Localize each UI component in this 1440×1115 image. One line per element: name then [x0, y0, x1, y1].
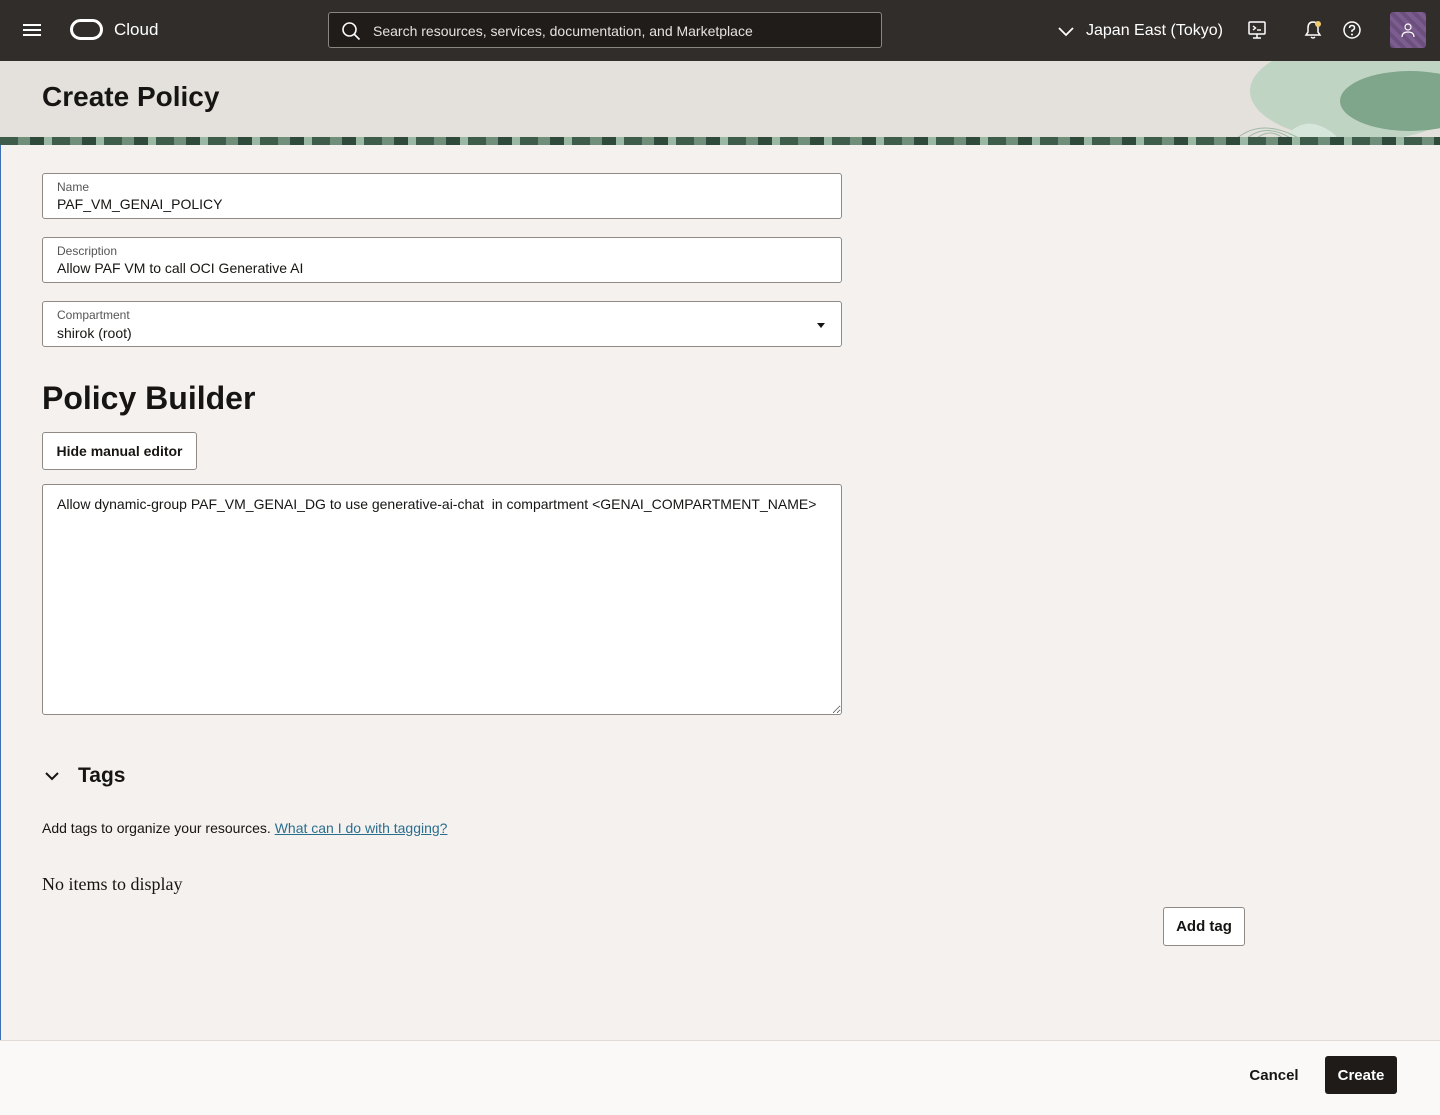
tags-section-toggle[interactable]: Tags	[42, 764, 125, 788]
help-icon[interactable]	[1342, 20, 1362, 40]
cloud-logo-icon[interactable]	[70, 19, 103, 40]
dropdown-caret-icon	[817, 323, 825, 328]
search-icon	[342, 22, 361, 41]
name-label: Name	[57, 180, 90, 194]
chevron-down-icon	[1058, 27, 1074, 37]
page-title: Create Policy	[42, 81, 220, 112]
top-navigation-bar: Cloud Japan East (Tokyo)	[0, 0, 1440, 61]
description-label: Description	[57, 244, 118, 258]
compartment-label: Compartment	[57, 308, 130, 322]
tags-description-text: Add tags to organize your resources.	[42, 820, 271, 836]
left-border	[0, 61, 1, 1041]
bell-icon[interactable]	[1303, 20, 1323, 40]
name-field[interactable]: Name	[42, 173, 842, 219]
tags-description: Add tags to organize your resources. Wha…	[42, 820, 447, 836]
tags-empty-message: No items to display	[42, 874, 183, 894]
compartment-value: shirok (root)	[57, 325, 132, 341]
tags-heading: Tags	[78, 764, 126, 787]
add-tag-button[interactable]: Add tag	[1163, 907, 1245, 946]
chevron-down-icon	[45, 772, 59, 781]
page-header-banner: Create Policy	[0, 61, 1440, 145]
hide-manual-editor-button[interactable]: Hide manual editor	[42, 432, 197, 470]
policy-builder-heading: Policy Builder	[42, 380, 256, 416]
user-icon	[1401, 23, 1415, 38]
description-field[interactable]: Description	[42, 237, 842, 283]
decorative-leaf-pattern	[1229, 61, 1440, 145]
search-bar[interactable]	[328, 12, 882, 48]
create-button[interactable]: Create	[1325, 1056, 1397, 1094]
region-selector[interactable]: Japan East (Tokyo)	[1056, 18, 1223, 44]
name-input[interactable]	[57, 196, 817, 212]
tagging-help-link[interactable]: What can I do with tagging?	[275, 820, 448, 836]
brand-label[interactable]: Cloud	[114, 20, 158, 40]
menu-icon[interactable]	[22, 20, 42, 40]
user-avatar[interactable]	[1390, 12, 1426, 48]
cloud-shell-icon[interactable]	[1247, 20, 1267, 40]
form-footer: Cancel Create	[0, 1040, 1440, 1115]
compartment-select[interactable]: Compartment shirok (root)	[42, 301, 842, 347]
banner-pattern-stripe	[0, 137, 1440, 145]
search-input[interactable]	[373, 19, 873, 43]
policy-statement-editor[interactable]: Allow dynamic-group PAF_VM_GENAI_DG to u…	[42, 484, 842, 715]
cancel-button[interactable]: Cancel	[1236, 1057, 1312, 1093]
region-label: Japan East (Tokyo)	[1086, 22, 1223, 39]
description-input[interactable]	[57, 260, 817, 276]
